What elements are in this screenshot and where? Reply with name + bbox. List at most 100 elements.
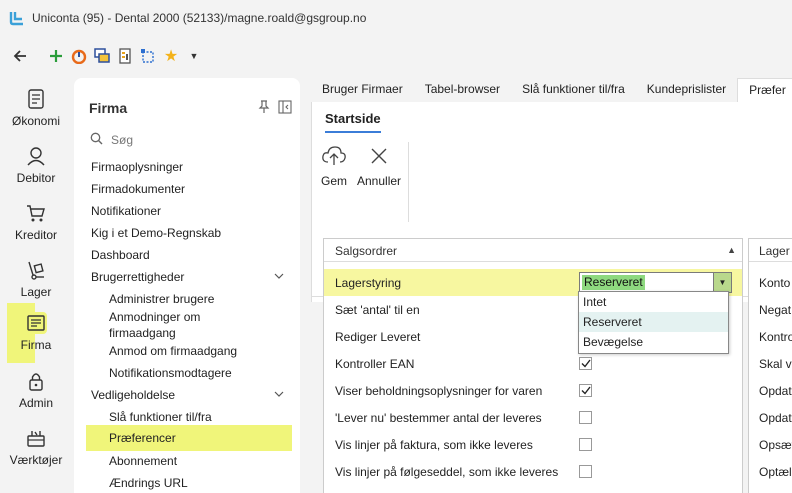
row-vis-linjer-faktura: Vis linjer på faktura, som ikke leveres <box>324 431 742 458</box>
report-icon[interactable] <box>115 46 135 66</box>
ribbon-tab-startside[interactable]: Startside <box>325 111 381 133</box>
ribbon-separator <box>408 142 409 222</box>
collapse-up-icon[interactable]: ▲ <box>727 245 736 255</box>
chevron-down-icon[interactable]: ▼ <box>713 273 731 292</box>
row-lever-nu: 'Lever nu' bestemmer antal der leveres <box>324 404 742 431</box>
uniconta-logo-icon <box>8 9 26 27</box>
nav-label: Admin <box>18 396 53 410</box>
dropdown-caret-icon[interactable]: ▼ <box>184 46 204 66</box>
lager-row: Optæl <box>759 465 792 479</box>
nav-vaerktojer[interactable]: Værktøjer <box>6 421 66 477</box>
checkbox-unchecked[interactable] <box>579 438 592 451</box>
nav-firma[interactable]: Firma <box>6 306 66 362</box>
chevron-down-icon[interactable] <box>274 390 284 401</box>
nav-label: Debitor <box>16 171 56 185</box>
gauge-icon[interactable] <box>69 46 89 66</box>
dropdown-option-reserveret[interactable]: Reserveret <box>579 312 728 332</box>
select-icon[interactable] <box>138 46 158 66</box>
save-label: Gem <box>321 174 348 188</box>
lager-row: Kontro <box>759 330 792 344</box>
lock-icon <box>25 370 47 392</box>
row-label: Kontroller EAN <box>335 357 415 371</box>
group-title: Salgsordrer <box>335 244 398 258</box>
menu-item-dashboard[interactable]: Dashboard <box>91 248 150 262</box>
menu-item-demo-regnskab[interactable]: Kig i et Demo-Regnskab <box>91 226 221 240</box>
lager-row: Opsæt <box>759 438 792 452</box>
tab-kundeprislister[interactable]: Kundeprislister <box>636 78 737 102</box>
tab-sla-funktioner[interactable]: Slå funktioner til/fra <box>511 78 636 102</box>
nav-okonomi[interactable]: Økonomi <box>6 82 66 138</box>
row-label: 'Lever nu' bestemmer antal der leveres <box>335 411 542 425</box>
save-button[interactable]: Gem <box>321 144 347 188</box>
menu-group-vedligeholdelse[interactable]: Vedligeholdelse <box>91 388 175 402</box>
checkbox-checked[interactable] <box>579 357 592 370</box>
lager-row: Konto <box>759 276 791 290</box>
nav-label: Lager <box>20 285 52 299</box>
checkbox-unchecked[interactable] <box>579 411 592 424</box>
dropdown-option-intet[interactable]: Intet <box>579 292 728 312</box>
lagerstyring-dropdown-list: Intet Reserveret Bevægelse <box>578 291 729 354</box>
combo-value: Reserveret <box>582 275 645 290</box>
lager-row: Opdat <box>759 384 792 398</box>
lagerstyring-combobox[interactable]: Reserveret ▼ <box>579 272 732 293</box>
menu-item-abonnement[interactable]: Abonnement <box>109 454 177 468</box>
title-bar: Uniconta (95) - Dental 2000 (52133)/magn… <box>0 0 792 36</box>
nav-lager[interactable]: Lager <box>6 253 66 309</box>
tab-tabel-browser[interactable]: Tabel-browser <box>414 78 511 102</box>
row-vis-linjer-foelgeseddel: Vis linjer på følgeseddel, som ikke leve… <box>324 458 742 485</box>
row-label: Viser beholdningsoplysninger for varen <box>335 384 543 398</box>
lager-row: Opdat <box>759 411 792 425</box>
pin-icon[interactable] <box>258 100 270 117</box>
menu-item-firmaadgang[interactable]: firmaadgang <box>109 326 176 340</box>
row-label: Sæt 'antal' til en <box>335 303 420 317</box>
tab-praeferencer[interactable]: Præfer <box>737 78 792 102</box>
add-icon[interactable] <box>46 46 66 66</box>
menu-item-notifikationsmodtagere[interactable]: Notifikationsmodtagere <box>109 366 232 380</box>
lager-row: Skal va <box>759 357 792 371</box>
main-toolbar: ★ ▼ <box>0 36 792 76</box>
nav-admin[interactable]: Admin <box>6 364 66 420</box>
dropdown-option-bevaegelse[interactable]: Bevægelse <box>579 332 728 352</box>
menu-item-anmod-om-firmaadgang[interactable]: Anmod om firmaadgang <box>109 344 237 358</box>
windows-icon[interactable] <box>92 46 112 66</box>
cancel-button[interactable]: Annuller <box>357 144 401 188</box>
person-icon <box>25 145 47 167</box>
group-header: Salgsordrer ▲ <box>324 239 742 262</box>
company-icon <box>25 312 47 334</box>
nav-kreditor[interactable]: Kreditor <box>6 196 66 252</box>
close-icon <box>370 144 388 168</box>
menu-item-notifikationer[interactable]: Notifikationer <box>91 204 161 218</box>
nav-debitor[interactable]: Debitor <box>6 139 66 195</box>
back-arrow-icon[interactable] <box>10 46 30 66</box>
cancel-label: Annuller <box>357 174 402 188</box>
group-title: Lager <box>749 239 792 262</box>
lager-row: Negat <box>759 303 792 317</box>
menu-item-sla-funktioner[interactable]: Slå funktioner til/fra <box>109 410 212 424</box>
menu-item-anmodninger-om[interactable]: Anmodninger om <box>109 310 200 324</box>
menu-item-administrer-brugere[interactable]: Administrer brugere <box>109 292 214 306</box>
menu-item-firmadokumenter[interactable]: Firmadokumenter <box>91 182 185 196</box>
firma-menu-panel: Firma Søg Firmaoplysninger Firmadokument… <box>74 78 300 493</box>
menu-item-praeferencer[interactable]: Præferencer <box>86 425 292 451</box>
tab-bruger-firmaer[interactable]: Bruger Firmaer <box>311 78 414 102</box>
toolbox-icon <box>25 427 47 449</box>
panel-title: Firma <box>89 100 128 116</box>
nav-label: Værktøjer <box>9 453 63 467</box>
menu-group-brugerrettigheder[interactable]: Brugerrettigheder <box>91 270 184 284</box>
checkbox-checked[interactable] <box>579 384 592 397</box>
menu-item-aendrings-url[interactable]: Ændrings URL <box>109 476 188 490</box>
nav-label: Firma <box>20 338 52 352</box>
row-label: Vis linjer på faktura, som ikke leveres <box>335 438 533 452</box>
checkbox-unchecked[interactable] <box>579 465 592 478</box>
favorite-star-icon[interactable]: ★ <box>161 46 181 66</box>
collapse-panel-icon[interactable] <box>278 100 292 117</box>
row-kontroller-ean: Kontroller EAN <box>324 350 742 377</box>
document-tabs: Bruger Firmaer Tabel-browser Slå funktio… <box>311 78 792 102</box>
panel-search[interactable]: Søg <box>90 132 133 148</box>
nav-label: Kreditor <box>14 228 58 242</box>
search-input[interactable]: Søg <box>111 133 133 147</box>
chevron-down-icon[interactable] <box>274 272 284 283</box>
menu-item-firmaoplysninger[interactable]: Firmaoplysninger <box>91 160 183 174</box>
nav-label: Økonomi <box>11 114 61 128</box>
row-beholdningsoplysninger: Viser beholdningsoplysninger for varen <box>324 377 742 404</box>
